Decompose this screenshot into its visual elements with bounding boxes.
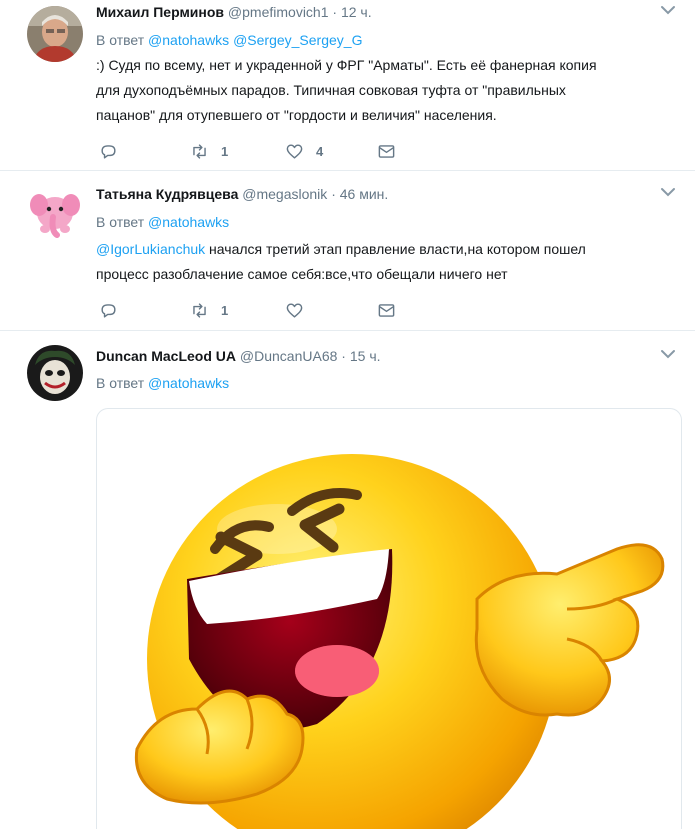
retweet-icon: [193, 303, 206, 318]
separator: ·: [332, 4, 338, 20]
reply-prefix: В ответ: [96, 32, 145, 48]
mention-link[interactable]: @IgorLukianchuk: [96, 241, 205, 257]
tweet-text-line: пацанов" для отупевшего от "гордости и в…: [96, 107, 497, 123]
tweet-1[interactable]: Михаил Перминов @pmefimovich1 · 12 ч. В …: [0, 0, 695, 171]
separator: ·: [341, 348, 346, 364]
tweet-2[interactable]: Татьяна Кудрявцева @megaslonik · 46 мин.…: [0, 171, 695, 331]
timestamp[interactable]: 12 ч.: [341, 4, 372, 20]
retweet-icon: [193, 144, 206, 159]
retweet-button[interactable]: 1: [190, 301, 228, 320]
tweet-text: :) Судя по всему, нет и украденной у ФРГ…: [96, 53, 677, 128]
reply-icon: [101, 304, 116, 318]
avatar[interactable]: [27, 6, 83, 62]
reply-icon: [101, 145, 116, 159]
timestamp[interactable]: 46 мин.: [340, 186, 389, 202]
tweet-media-image[interactable]: [96, 408, 682, 829]
heart-icon: [286, 303, 303, 318]
user-handle[interactable]: @megaslonik: [242, 186, 327, 202]
envelope-icon: [378, 304, 395, 317]
separator: ·: [331, 186, 336, 202]
user-handle[interactable]: @pmefimovich1: [228, 4, 329, 20]
direct-message-button[interactable]: [377, 301, 396, 320]
tweet-actions: 1 4: [96, 142, 416, 162]
tweet-text: @IgorLukianchuk начался третий этап прав…: [96, 237, 677, 287]
chevron-down-icon[interactable]: [659, 3, 677, 17]
mention-link[interactable]: @Sergey_Sergey_G: [233, 32, 362, 48]
like-button[interactable]: [285, 301, 304, 320]
like-count: 4: [316, 144, 324, 159]
tweet-header: Татьяна Кудрявцева @megaslonik · 46 мин.: [96, 185, 388, 203]
heart-icon: [286, 144, 303, 159]
tweet-header: Михаил Перминов @pmefimovich1 · 12 ч.: [96, 3, 372, 21]
display-name[interactable]: Татьяна Кудрявцева: [96, 186, 238, 202]
reply-context: В ответ @natohawks: [96, 213, 229, 231]
retweet-count: 1: [221, 144, 229, 159]
like-button[interactable]: 4: [285, 142, 323, 161]
avatar[interactable]: [27, 345, 83, 401]
reply-context: В ответ @natohawks: [96, 374, 229, 392]
timestamp[interactable]: 15 ч.: [350, 348, 381, 364]
mention-link[interactable]: @natohawks: [148, 32, 229, 48]
tweet-header: Duncan MacLeod UA @DuncanUA68 · 15 ч.: [96, 347, 381, 365]
tweet-text-line: процесс разоблачение самое себя:все,что …: [96, 266, 508, 282]
display-name[interactable]: Duncan MacLeod UA: [96, 348, 236, 364]
user-handle[interactable]: @DuncanUA68: [240, 348, 338, 364]
envelope-icon: [378, 145, 395, 158]
retweet-button[interactable]: 1: [190, 142, 228, 161]
mention-link[interactable]: @natohawks: [148, 375, 229, 391]
reply-prefix: В ответ: [96, 214, 145, 230]
laughing-pointing-emoji-icon: [134, 454, 665, 829]
tweet-actions: 1: [96, 301, 416, 321]
reply-button[interactable]: [99, 301, 118, 320]
chevron-down-icon[interactable]: [659, 185, 677, 199]
avatar[interactable]: [27, 183, 83, 239]
retweet-count: 1: [221, 303, 229, 318]
direct-message-button[interactable]: [377, 142, 396, 161]
reply-prefix: В ответ: [96, 375, 145, 391]
mention-link[interactable]: @natohawks: [148, 214, 229, 230]
tweet-text-line: :) Судя по всему, нет и украденной у ФРГ…: [96, 57, 597, 73]
chevron-down-icon[interactable]: [659, 347, 677, 361]
display-name[interactable]: Михаил Перминов: [96, 4, 224, 20]
reply-button[interactable]: [99, 142, 118, 161]
tweet-text-line: начался третий этап правление власти,на …: [205, 241, 586, 257]
reply-context: В ответ @natohawks @Sergey_Sergey_G: [96, 31, 362, 49]
tweet-text-line: для духоподъёмных парадов. Типичная совк…: [96, 82, 566, 98]
